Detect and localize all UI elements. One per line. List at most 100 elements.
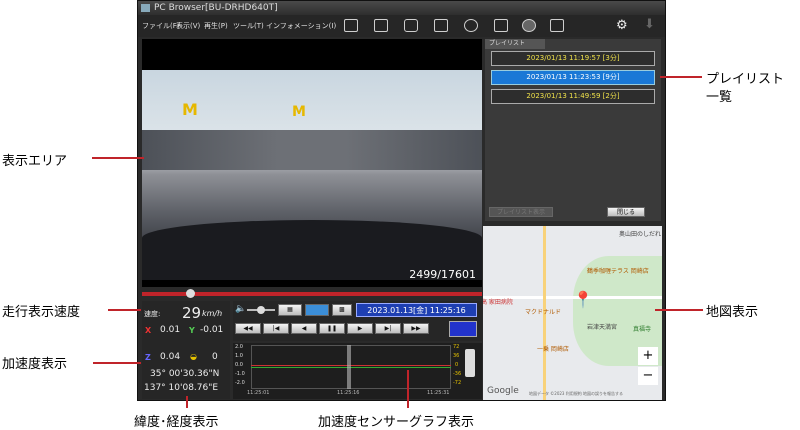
- playlist-toggle-button[interactable]: プレイリスト表示: [489, 207, 553, 217]
- zoom-icon[interactable]: [464, 19, 478, 32]
- mcdonalds-sign-image: M: [182, 100, 198, 119]
- menu-tools[interactable]: ツール(T): [233, 21, 264, 31]
- map-footer: 地図データ ©2023 利用規約 地図の誤りを報告する: [529, 391, 623, 396]
- graph-series-x: [251, 365, 451, 366]
- graph-time-tick-0: 11:25:01: [247, 390, 270, 396]
- callout-line-map: [655, 309, 703, 311]
- map-label-5: マクドナルド: [525, 309, 562, 316]
- map-label-2: 岩津天満宮: [587, 324, 618, 331]
- callout-speed: 走行表示速度: [2, 305, 81, 320]
- graph-right-tick-2: 0: [455, 362, 459, 368]
- map-label-6: 高 家田病院: [483, 299, 513, 306]
- z-accel-value: 0.04: [160, 352, 181, 362]
- callout-accel: 加速度表示: [2, 357, 68, 372]
- google-logo: Google: [487, 386, 519, 396]
- speed-value: 29: [182, 304, 202, 322]
- playlist-item-3[interactable]: 2023/01/13 11:49:59 [2分]: [491, 89, 655, 104]
- exit-icon[interactable]: ⬇: [644, 17, 655, 32]
- graph-time-tick-1: 11:25:16: [337, 390, 360, 396]
- playlist-item-1[interactable]: 2023/01/13 11:19:57 [3分]: [491, 51, 655, 66]
- fast-forward-button[interactable]: ▶▶: [403, 323, 429, 334]
- window-title: PC Browser[BU-DRHD640T]: [154, 3, 278, 13]
- road-background: [142, 130, 482, 170]
- callout-line-playlist: [660, 76, 702, 78]
- x-axis-label: X: [145, 326, 152, 335]
- graph-right-tick-0: 72: [453, 344, 460, 350]
- graph-y-tick-0: 2.0: [235, 344, 243, 350]
- y-axis-label: Y: [189, 326, 195, 335]
- z-axis-label: Z: [145, 353, 151, 362]
- app-icon: [141, 4, 150, 12]
- datetime-display: 2023.01.13[金] 11:25:16: [356, 303, 477, 317]
- pause-button[interactable]: ❚❚: [319, 323, 345, 334]
- speed-unit: km/h: [202, 309, 223, 318]
- map-zoom-in-button[interactable]: +: [638, 347, 658, 365]
- reverse-play-button[interactable]: ◀: [291, 323, 317, 334]
- x-accel-value: 0.01: [160, 325, 181, 335]
- callout-line-latlon: [186, 396, 188, 408]
- save-icon[interactable]: [494, 19, 508, 32]
- print-icon[interactable]: [434, 19, 448, 32]
- graph-cursor[interactable]: [347, 345, 351, 389]
- app-window: PC Browser[BU-DRHD640T] ファイル(F) 表示(V) 再生…: [137, 0, 666, 401]
- callout-display-area: 表示エリア: [2, 154, 68, 169]
- single-view-button[interactable]: [305, 304, 329, 316]
- graph-y-tick-2: 0.0: [235, 362, 243, 368]
- menu-info[interactable]: インフォメーション(I): [266, 21, 336, 31]
- tilt-value: 0: [212, 352, 218, 362]
- camera-icon[interactable]: [404, 19, 418, 32]
- playlist-panel: プレイリスト 2023/01/13 11:19:57 [3分] 2023/01/…: [485, 39, 661, 221]
- playlist-item-2[interactable]: 2023/01/13 11:23:53 [9分]: [491, 70, 655, 85]
- callout-line-display: [92, 157, 144, 159]
- map-zoom-out-button[interactable]: −: [638, 367, 658, 385]
- display-mode-button[interactable]: [449, 321, 477, 337]
- map-location-pin-icon: 📍: [573, 290, 593, 309]
- split-view-button[interactable]: ▦: [278, 304, 302, 316]
- graph-right-tick-4: -72: [453, 380, 462, 386]
- graph-right-tick-1: 36: [453, 353, 460, 359]
- playback-controls: 🔈 ▦ ▩ 2023.01.13[金] 11:25:16 ◀◀ |◀ ◀ ❚❚ …: [233, 301, 482, 341]
- skip-back-button[interactable]: |◀: [263, 323, 289, 334]
- map-label-0: 奥山田のしだれ: [619, 231, 662, 238]
- graph-y-tick-4: -2.0: [235, 380, 245, 386]
- volume-icon[interactable]: 🔈: [235, 304, 246, 314]
- video-display[interactable]: M M 2499/17601: [142, 39, 482, 287]
- map-view[interactable]: 奥山田のしだれ 鶴季咖喱テラス 岡崎店 岩津天満宮 真福寺 一乗 岡崎店 マクド…: [483, 226, 662, 400]
- graph-time-tick-2: 11:25:31: [427, 390, 450, 396]
- graph-right-tick-3: -36: [453, 371, 462, 377]
- settings-gear-icon[interactable]: ⚙: [616, 18, 628, 33]
- play-button[interactable]: ▶: [347, 323, 373, 334]
- graph-y-tick-3: -1.0: [235, 371, 245, 377]
- rewind-fast-button[interactable]: ◀◀: [235, 323, 261, 334]
- skip-forward-button[interactable]: ▶|: [375, 323, 401, 334]
- seek-knob[interactable]: [186, 289, 195, 298]
- latitude-value: 35° 00'30.36"N: [150, 369, 220, 379]
- callout-map: 地図表示: [706, 305, 759, 320]
- frame-counter: 2499/17601: [409, 268, 476, 281]
- accel-sensor-graph: 2.0 1.0 0.0 -1.0 -2.0 72 36 0 -36 -72 11…: [233, 343, 482, 399]
- callout-sensor-graph: 加速度センサーグラフ表示: [318, 415, 475, 430]
- menu-play[interactable]: 再生(P): [204, 21, 228, 31]
- volume-knob[interactable]: [257, 306, 265, 314]
- menu-file[interactable]: ファイル(F): [142, 21, 180, 31]
- globe-icon[interactable]: [522, 19, 536, 32]
- close-playlist-button[interactable]: 閉じる: [607, 207, 645, 217]
- graph-icon[interactable]: [550, 19, 564, 32]
- tilt-icon: ◒: [190, 352, 197, 361]
- callout-playlist-line2: 一覧: [706, 90, 733, 105]
- menu-bar: ファイル(F) 表示(V) 再生(P) ツール(T) インフォメーション(I) …: [138, 15, 665, 37]
- graph-y-tick-1: 1.0: [235, 353, 243, 359]
- callout-line-accel: [93, 362, 141, 364]
- playlist-tab[interactable]: プレイリスト: [485, 39, 545, 49]
- y-accel-value: -0.01: [200, 325, 224, 335]
- title-bar: PC Browser[BU-DRHD640T]: [138, 1, 665, 15]
- menu-view[interactable]: 表示(V): [176, 21, 200, 31]
- map-label-1: 鶴季咖喱テラス 岡崎店: [587, 268, 649, 275]
- map-label-4: 一乗 岡崎店: [537, 346, 569, 353]
- callout-playlist-line1: プレイリスト: [706, 72, 785, 87]
- open-file-icon[interactable]: [374, 19, 388, 32]
- checker-view-button[interactable]: ▩: [332, 304, 352, 316]
- open-folder-icon[interactable]: [344, 19, 358, 32]
- graph-zoom-buttons[interactable]: [465, 349, 475, 377]
- longitude-value: 137° 10'08.76"E: [144, 383, 219, 393]
